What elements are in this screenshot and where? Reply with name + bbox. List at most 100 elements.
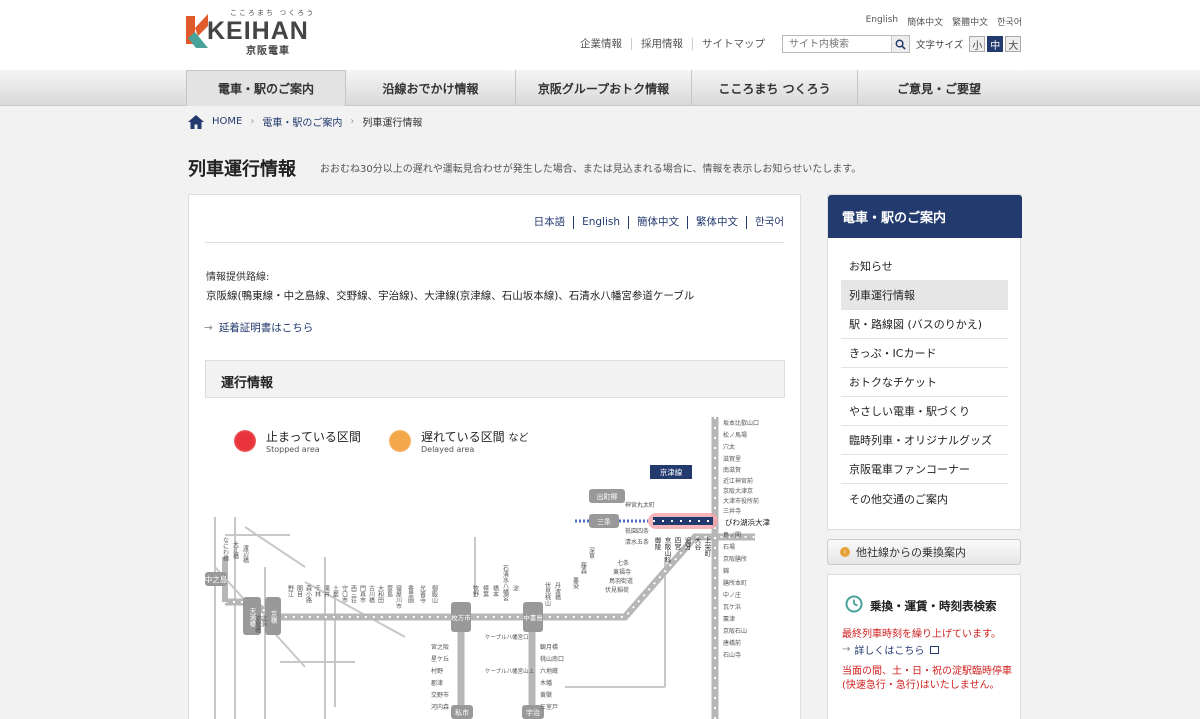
font-size-large[interactable]: 大 (1005, 36, 1022, 52)
station-label[interactable]: 鳥羽街道 (609, 577, 633, 585)
station-label[interactable]: 瓦ケ浜 (723, 603, 741, 611)
station-label[interactable]: 村野 (431, 667, 443, 675)
station-label[interactable]: 清水五条 (625, 538, 649, 546)
station-label[interactable]: 関目 (296, 585, 303, 598)
station-label[interactable]: 三井寺 (723, 507, 741, 515)
station-label[interactable]: 京阪大津京 (723, 487, 753, 495)
station-label[interactable]: 大谷 (693, 536, 701, 552)
station-label[interactable]: 光善寺 (419, 584, 426, 603)
station-label[interactable]: 錦 (723, 567, 729, 575)
station-label[interactable]: 追分 (683, 536, 691, 552)
timetable-title[interactable]: 乗換・運賃・時刻表検索 (870, 598, 997, 614)
station-label[interactable]: 東福寺 (613, 568, 631, 576)
station-label[interactable]: 淀 (512, 584, 519, 592)
delay-certificate-link[interactable]: → 延着証明書はこちら (204, 320, 313, 335)
station-label[interactable]: 四宮 (673, 537, 681, 552)
recruit-link[interactable]: 採用情報 (632, 38, 693, 50)
site-search-input[interactable] (783, 36, 891, 52)
station-label[interactable]: 桃山南口 (540, 655, 564, 663)
gnav-group-deals[interactable]: 京阪グループおトク情報 (516, 70, 692, 106)
station-label[interactable]: 伏見桃山 (544, 581, 551, 607)
station-label[interactable]: 守口市 (341, 584, 348, 604)
transfer-guide-button[interactable]: › 他社線からの乗換案内 (827, 539, 1021, 565)
station-label[interactable]: 黄檗 (540, 691, 552, 699)
station-label[interactable]: 観月橋 (540, 643, 558, 651)
station-label[interactable]: 藤森 (580, 561, 587, 575)
station-label[interactable]: 森小路 (305, 584, 312, 604)
lang-tab-simplified-chinese[interactable]: 簡体中文 (629, 216, 689, 229)
station-kisaichi[interactable]: 私市 (455, 708, 469, 717)
station-label[interactable]: 御殿山 (431, 584, 438, 604)
station-label[interactable]: 宮之阪 (431, 643, 449, 651)
side-item-operation-info[interactable]: 列車運行情報 (841, 281, 1008, 310)
station-label[interactable]: 香里園 (407, 584, 414, 604)
station-label[interactable]: 中ノ庄 (723, 591, 741, 599)
side-item-station-map[interactable]: 駅・路線図 (バスのりかえ) (841, 310, 1008, 339)
station-label[interactable]: なにわ橋 (222, 537, 229, 562)
lang-link-simplified-chinese[interactable]: 簡体中文 (907, 15, 943, 28)
breadcrumb-home[interactable]: HOME (212, 116, 242, 127)
station-biwako-hamaotsu[interactable]: びわ湖浜大津 (725, 517, 770, 527)
station-label[interactable]: 穴太 (723, 443, 735, 451)
side-item-special-trains[interactable]: 臨時列車・オリジナルグッズ (841, 426, 1008, 455)
station-hirakatashi[interactable]: 枚方市 (451, 613, 471, 622)
breadcrumb-parent[interactable]: 電車・駅のご案内 (262, 114, 342, 129)
station-label[interactable]: 神宮丸太町 (625, 501, 655, 509)
station-nakanoshima[interactable]: 中之島 (205, 574, 228, 584)
side-item-other-transport[interactable]: その他交通のご案内 (841, 484, 1008, 513)
station-label[interactable]: 大江橋 (232, 540, 239, 560)
timetable-details-link[interactable]: → 詳しくはこちら (842, 642, 940, 657)
station-label[interactable]: 祇園四条 (625, 527, 649, 535)
station-label[interactable]: 近江神宮前 (723, 477, 753, 485)
lang-tab-japanese[interactable]: 日本語 (526, 216, 575, 229)
station-label[interactable]: 石場 (723, 543, 735, 551)
station-label[interactable]: 六地蔵 (540, 667, 558, 675)
station-label[interactable]: 橋本 (492, 584, 499, 598)
station-label[interactable]: 千林 (314, 584, 321, 598)
station-label[interactable]: 河内森 (431, 703, 449, 711)
station-label[interactable]: 牧野 (472, 584, 479, 597)
station-label[interactable]: 滋賀里 (723, 455, 741, 463)
sitemap-link[interactable]: サイトマップ (693, 38, 774, 50)
station-label[interactable]: 西三荘 (350, 585, 357, 604)
station-label[interactable]: 古川橋 (368, 584, 375, 604)
station-label[interactable]: 渡辺橋 (242, 544, 249, 564)
lang-link-korean[interactable]: 한국어 (997, 15, 1022, 28)
font-size-small[interactable]: 小 (969, 36, 986, 52)
station-label[interactable]: 粟津 (723, 616, 735, 623)
station-label[interactable]: 門真市 (359, 585, 366, 604)
side-item-discount-tickets[interactable]: おトクなチケット (841, 368, 1008, 397)
gnav-outings[interactable]: 沿線おでかけ情報 (346, 70, 516, 106)
station-label[interactable]: 交野市 (431, 691, 449, 699)
lang-tab-traditional-chinese[interactable]: 繁体中文 (688, 216, 748, 229)
station-chushojima[interactable]: 中書島 (523, 613, 543, 622)
gnav-trains-stations[interactable]: 電車・駅のご案内 (186, 70, 346, 106)
station-label[interactable]: 萱島 (386, 584, 393, 598)
side-item-news[interactable]: お知らせ (841, 252, 1008, 281)
station-label[interactable]: 七条 (617, 559, 629, 567)
station-label[interactable]: 深草 (588, 546, 595, 560)
station-label[interactable]: 石山寺 (723, 651, 741, 659)
station-label[interactable]: 土居 (332, 584, 339, 598)
station-label[interactable]: 御陵 (653, 536, 661, 552)
station-label[interactable]: 南滋賀 (723, 466, 741, 474)
lang-link-traditional-chinese[interactable]: 繁體中文 (952, 15, 988, 28)
station-label[interactable]: 滝井 (323, 584, 330, 598)
station-label[interactable]: 石清水八幡宮 (502, 565, 509, 602)
station-uji[interactable]: 宇治 (526, 708, 540, 717)
font-size-medium[interactable]: 中 (987, 36, 1004, 52)
side-item-fan-corner[interactable]: 京阪電車ファンコーナー (841, 455, 1008, 484)
station-label[interactable]: 上栄町 (703, 536, 711, 557)
station-label[interactable]: 樟葉 (482, 584, 489, 598)
station-label[interactable]: 島ノ関 (723, 531, 741, 539)
station-label[interactable]: 伏見稲荷 (605, 586, 629, 594)
station-label[interactable]: 寝屋川市 (395, 584, 402, 610)
side-item-accessibility[interactable]: やさしい電車・駅づくり (841, 397, 1008, 426)
station-label[interactable]: 膳所本町 (723, 579, 747, 587)
station-label[interactable]: ケーブル八幡宮山上 (485, 667, 535, 675)
lang-tab-korean[interactable]: 한국어 (747, 216, 784, 229)
station-kyobashi[interactable]: 京橋 (269, 609, 277, 625)
station-label[interactable]: 木幡 (540, 679, 552, 687)
station-label[interactable]: 墨染 (572, 577, 579, 590)
station-label[interactable]: 京阪膳所 (723, 555, 747, 563)
